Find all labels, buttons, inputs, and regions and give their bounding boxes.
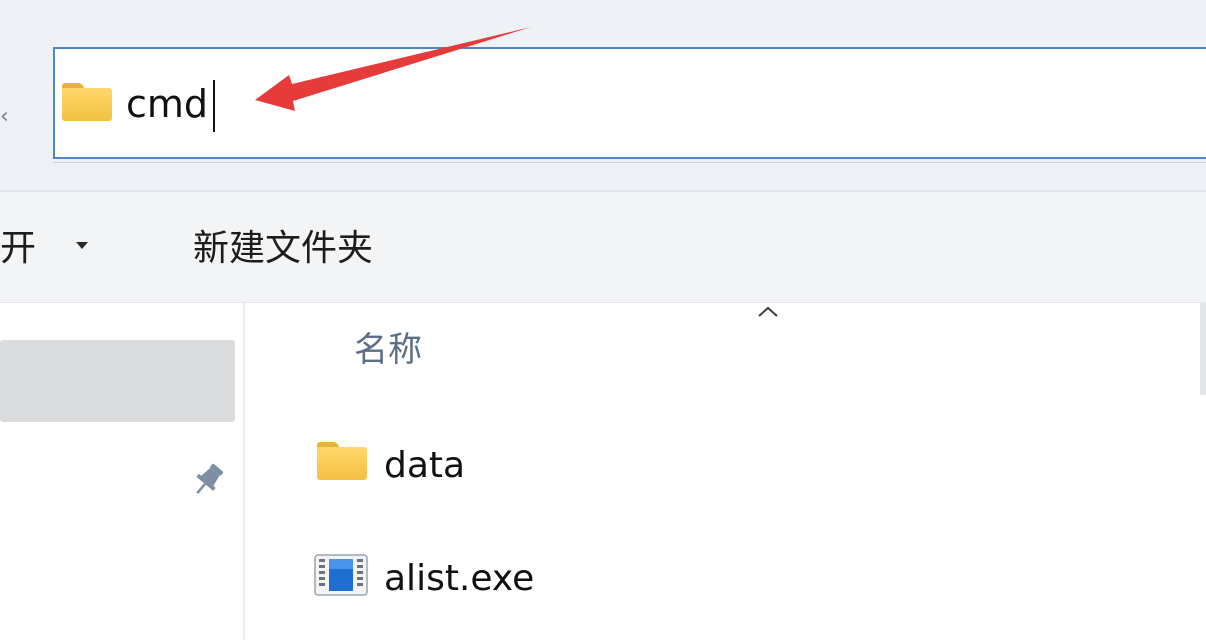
folder-icon [62,83,112,121]
new-folder-button[interactable]: 新建文件夹 [193,225,373,273]
chevron-down-icon[interactable] [76,242,88,249]
nav-item-selected[interactable] [0,340,235,422]
file-name-data[interactable]: data [384,443,465,489]
back-chevron-icon[interactable]: ‹ [0,104,9,129]
command-bar [0,192,1206,302]
address-input[interactable]: cmd [126,78,208,130]
open-button[interactable]: 开 [0,225,36,273]
file-name-alist-exe[interactable]: alist.exe [384,556,534,602]
pin-icon[interactable] [188,460,228,500]
sort-up-icon[interactable] [757,304,779,318]
exe-icon [314,554,368,596]
column-header-name[interactable]: 名称 [354,328,422,372]
divider [53,162,1206,171]
scrollbar[interactable] [1200,303,1206,395]
address-bar[interactable] [53,47,1206,159]
folder-icon [317,442,367,480]
text-caret [213,80,215,132]
